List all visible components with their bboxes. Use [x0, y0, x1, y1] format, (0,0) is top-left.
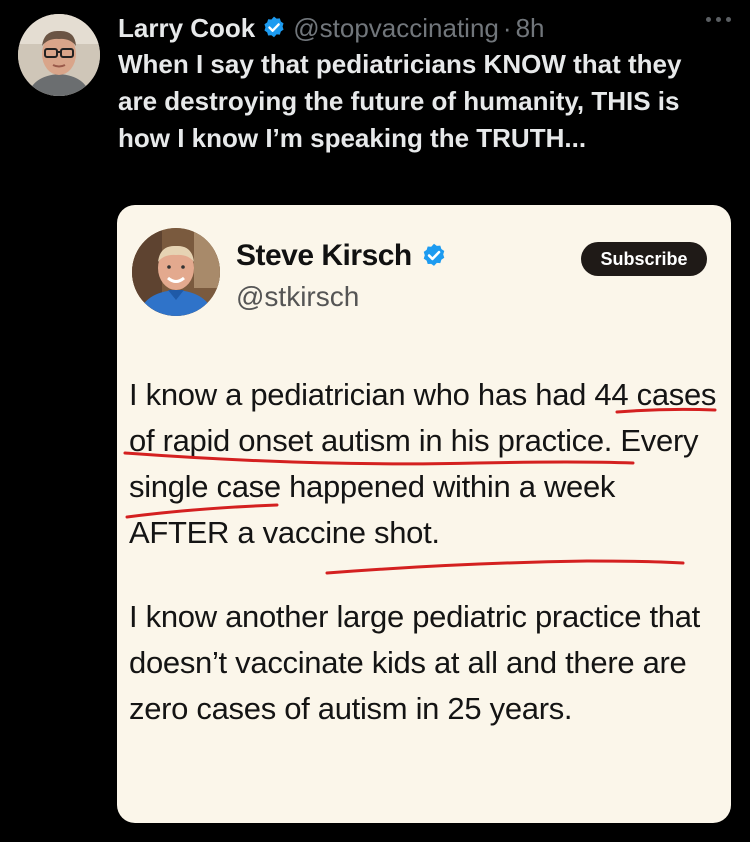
tweet-header: Larry Cook @stopvaccinating · 8h — [118, 10, 738, 46]
author-handle[interactable]: @stopvaccinating — [293, 13, 499, 44]
tweet[interactable]: Larry Cook @stopvaccinating · 8h When I … — [0, 0, 750, 842]
quote-author-avatar — [132, 228, 220, 316]
quote-body: I know a pediatrician who has had 44 cas… — [129, 372, 719, 732]
quote-author-handle: @stkirsch — [236, 281, 360, 312]
more-options-icon[interactable] — [706, 14, 736, 24]
quoted-image-card[interactable]: Steve Kirsch @stkirsch Subscribe I know … — [117, 205, 731, 823]
author-avatar[interactable] — [18, 14, 100, 96]
verified-badge-icon — [261, 15, 287, 41]
author-name[interactable]: Larry Cook — [118, 13, 255, 44]
verified-badge-icon — [420, 242, 448, 270]
quote-paragraph-2: I know another large pediatric practice … — [129, 599, 700, 726]
tweet-text: When I say that pediatricians KNOW that … — [118, 49, 682, 153]
subscribe-button: Subscribe — [581, 242, 707, 276]
separator-dot: · — [502, 12, 512, 43]
quote-paragraph-1: I know a pediatrician who has had 44 cas… — [129, 377, 717, 550]
quote-author-name: Steve Kirsch — [236, 239, 454, 273]
quote-author-name-text: Steve Kirsch — [236, 239, 412, 272]
timestamp[interactable]: 8h — [516, 13, 545, 44]
